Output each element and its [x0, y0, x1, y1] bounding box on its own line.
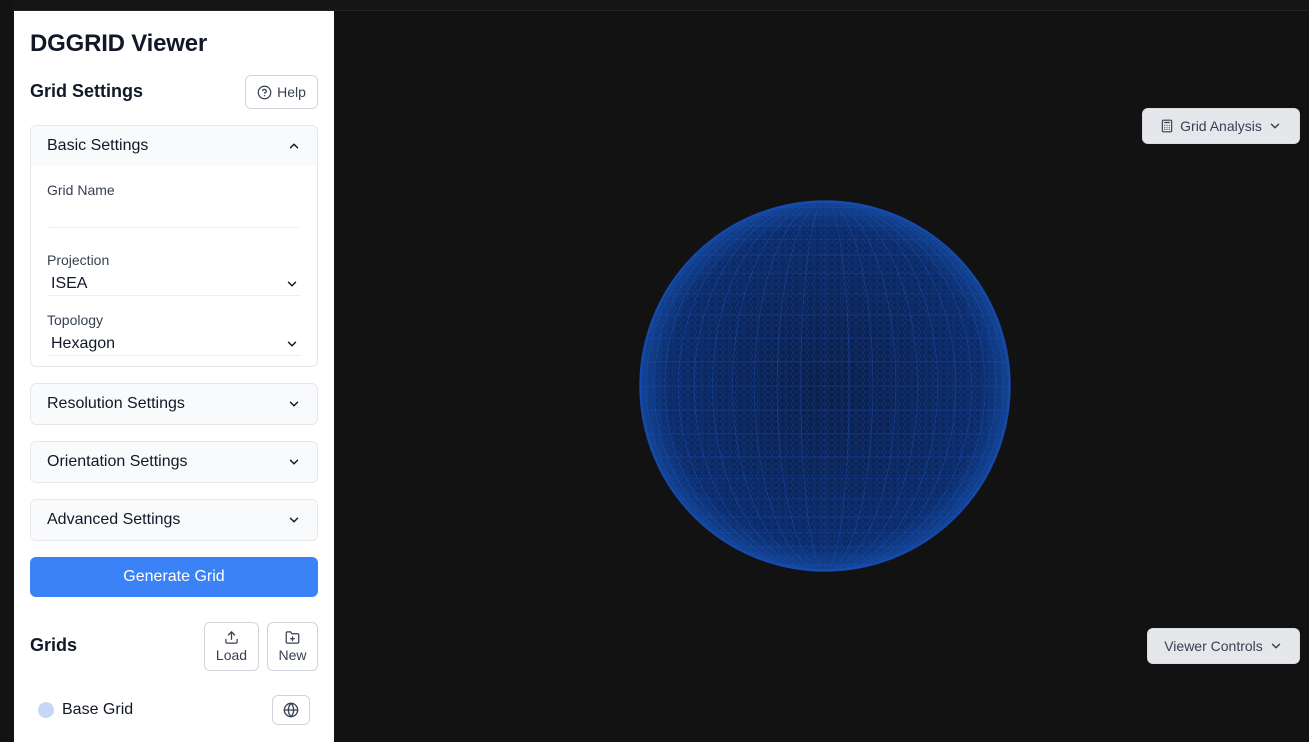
chevron-up-icon	[289, 143, 299, 149]
grid-analysis-button[interactable]: Grid Analysis	[1142, 108, 1300, 144]
folder-plus-icon	[285, 631, 300, 644]
orientation-settings-panel[interactable]: Orientation Settings	[30, 441, 318, 483]
projection-label: Projection	[47, 252, 110, 268]
generate-grid-button[interactable]: Generate Grid	[30, 557, 318, 597]
basic-settings-label: Basic Settings	[47, 137, 149, 154]
grid-name-label: Grid Name	[47, 182, 115, 198]
chevron-down-icon	[289, 459, 299, 465]
chevron-down-icon	[289, 517, 299, 523]
show-on-globe-button[interactable]	[272, 695, 310, 725]
grid-analysis-label: Grid Analysis	[1180, 118, 1262, 134]
grids-title: Grids	[30, 635, 78, 655]
advanced-settings-panel[interactable]: Advanced Settings	[30, 499, 318, 541]
basic-settings-body: Grid Name Projection ISEA Topology Hexag…	[31, 166, 317, 356]
viewer-controls-label: Viewer Controls	[1164, 638, 1263, 654]
grid-color-swatch	[38, 702, 54, 718]
viewer-controls-button[interactable]: Viewer Controls	[1147, 628, 1300, 664]
window-top-edge	[0, 0, 1309, 11]
new-button[interactable]: New	[267, 622, 318, 671]
grid-name-input[interactable]	[47, 202, 301, 228]
load-button[interactable]: Load	[204, 622, 259, 671]
basic-settings-panel: Basic Settings Grid Name Projection ISEA…	[30, 125, 318, 367]
chevron-down-icon	[1271, 643, 1281, 649]
upload-icon	[225, 631, 238, 644]
globe-grid-lines	[640, 201, 1010, 571]
basic-settings-header[interactable]: Basic Settings	[31, 126, 317, 166]
advanced-settings-header[interactable]: Advanced Settings	[31, 500, 317, 540]
chevron-down-icon	[287, 281, 297, 286]
orientation-settings-label: Orientation Settings	[47, 453, 188, 470]
chevron-down-icon	[289, 401, 299, 407]
load-button-label: Load	[215, 647, 248, 663]
globe-icon	[283, 702, 299, 718]
projection-select[interactable]: ISEA	[47, 272, 301, 296]
grid-name: Base Grid	[62, 701, 134, 718]
sidebar: DGGRID Viewer Grid Settings Help Basic S…	[14, 11, 334, 742]
resolution-settings-panel[interactable]: Resolution Settings	[30, 383, 318, 425]
grid-list-item[interactable]: Base Grid	[30, 695, 318, 725]
grid-settings-title: Grid Settings	[30, 81, 144, 101]
topology-select[interactable]: Hexagon	[47, 332, 301, 356]
resolution-settings-header[interactable]: Resolution Settings	[31, 384, 317, 424]
advanced-settings-label: Advanced Settings	[47, 511, 181, 528]
resolution-settings-label: Resolution Settings	[47, 395, 185, 412]
orientation-settings-header[interactable]: Orientation Settings	[31, 442, 317, 482]
topology-value: Hexagon	[51, 334, 116, 352]
globe-viewer[interactable]: Grid Analysis Viewer Controls	[334, 11, 1309, 742]
dggrid-globe[interactable]	[639, 200, 1011, 572]
help-circle-icon	[257, 85, 272, 99]
chevron-down-icon	[287, 341, 297, 346]
app-title: DGGRID Viewer	[30, 30, 208, 57]
new-button-label: New	[278, 647, 307, 663]
left-gutter	[0, 0, 14, 742]
projection-value: ISEA	[51, 274, 88, 292]
topology-label: Topology	[47, 312, 104, 328]
help-button-label: Help	[277, 84, 306, 100]
calculator-icon	[1161, 119, 1173, 133]
chevron-down-icon	[1270, 123, 1280, 129]
help-button[interactable]: Help	[245, 75, 318, 109]
